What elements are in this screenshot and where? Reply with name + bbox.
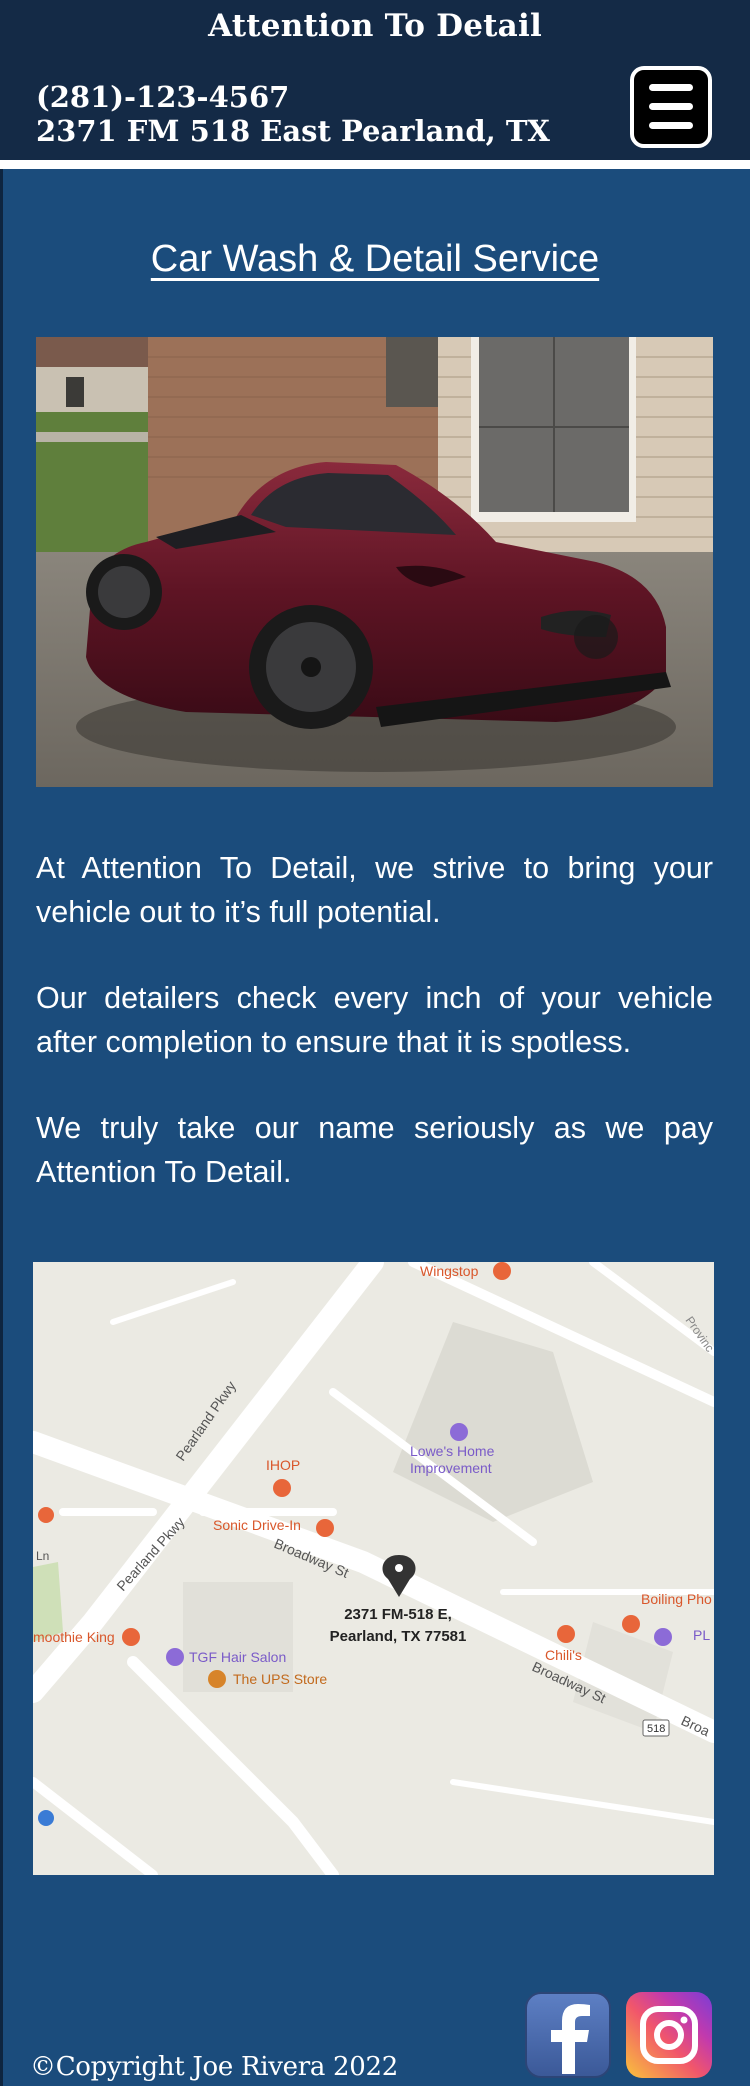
map-route-shield: 518 [647, 1723, 665, 1735]
business-address: 2371 FM 518 East Pearland, TX [36, 114, 550, 148]
site-header: Attention To Detail (281)-123-4567 2371 … [0, 0, 750, 160]
left-border [0, 169, 3, 2086]
intro-paragraph: We truly take our name seriously as we p… [36, 1111, 713, 1189]
facebook-link[interactable] [525, 1992, 611, 2078]
map-street-ln: Ln [36, 1549, 49, 1563]
map-label-lowes: Lowe's Home [410, 1443, 495, 1459]
instagram-icon [640, 2006, 698, 2064]
map-pin-address: 2371 FM-518 E, [344, 1606, 452, 1623]
intro-paragraph: Our detailers check every inch of your v… [36, 981, 713, 1059]
map-label-pl: PL Na [693, 1627, 714, 1643]
intro-text: At Attention To Detail, we strive to bri… [36, 846, 713, 1236]
map-label-sonic: Sonic Drive-In [213, 1517, 301, 1533]
map-label-wingstop: Wingstop [420, 1263, 479, 1279]
instagram-link[interactable] [626, 1992, 712, 2078]
map-label-ihop: IHOP [266, 1457, 300, 1473]
map-label-smoothie: moothie King [33, 1629, 115, 1645]
intro-paragraph: At Attention To Detail, we strive to bri… [36, 851, 713, 929]
site-title: Attention To Detail [208, 8, 542, 44]
map-pin-address-2: Pearland, TX 77581 [330, 1628, 467, 1645]
map-label-lowes-2: Improvement [410, 1460, 492, 1476]
map-label-ups: The UPS Store [233, 1671, 327, 1687]
page-heading: Car Wash & Detail Service [150, 238, 600, 280]
map-label-tgf: TGF Hair Salon [189, 1649, 286, 1665]
copyright-text: ©Copyright Joe Rivera 2022 [30, 2052, 398, 2082]
hero-car-photo [36, 337, 713, 787]
map-label-chilis: Chili's [545, 1647, 582, 1663]
phone-number[interactable]: (281)-123-4567 [36, 80, 289, 114]
facebook-icon [551, 2004, 590, 2074]
header-divider [0, 160, 750, 169]
map-label-boiling: Boiling Pho [641, 1591, 712, 1607]
hamburger-menu-button[interactable] [630, 66, 712, 148]
location-map[interactable]: Wingstop Lowe's Home Improvement IHOP So… [33, 1262, 714, 1875]
